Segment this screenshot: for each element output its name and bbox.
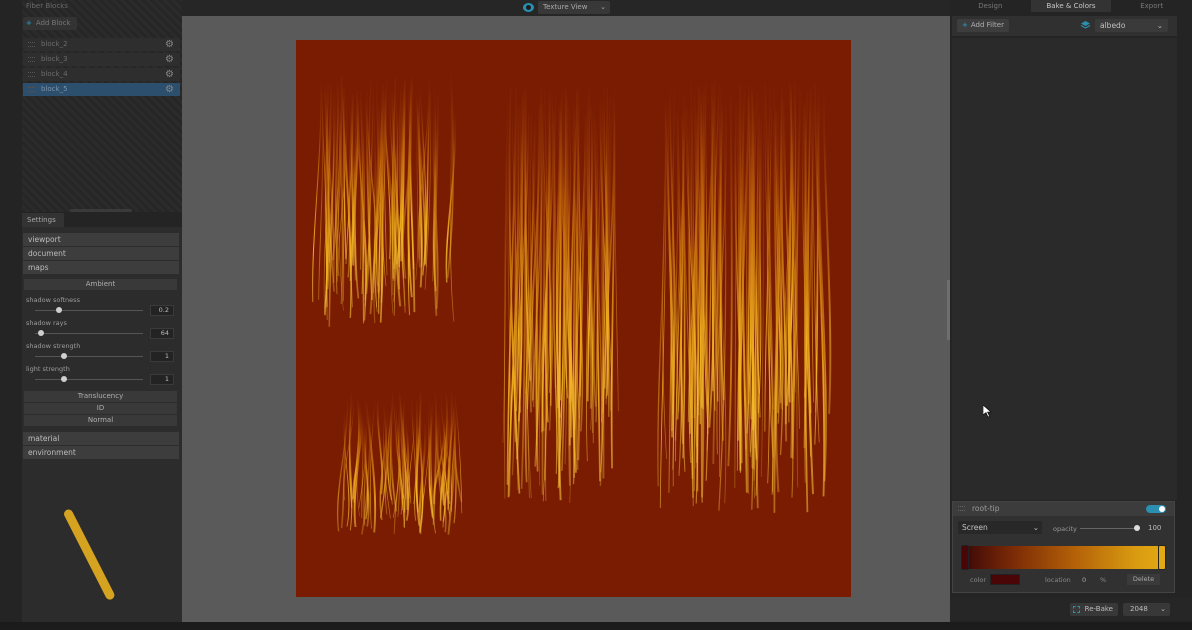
filter-enable-toggle[interactable]: [1146, 505, 1166, 513]
block-row[interactable]: block_4 ⚙: [23, 68, 180, 81]
section-viewport[interactable]: viewport: [23, 233, 179, 246]
opacity-value[interactable]: 100: [1148, 524, 1161, 532]
mouse-cursor-icon: [983, 405, 992, 418]
value-field[interactable]: 0.2: [150, 305, 174, 316]
value-field[interactable]: 1: [150, 351, 174, 362]
gradient-stop-right[interactable]: [1158, 545, 1166, 570]
resolution-label: 2048: [1130, 605, 1148, 613]
block-row[interactable]: block_3 ⚙: [23, 53, 180, 66]
tab-design[interactable]: Design: [950, 0, 1031, 12]
filter-list-area: [952, 38, 1177, 500]
plus-icon: +: [26, 19, 32, 27]
location-value[interactable]: 0: [1082, 576, 1086, 584]
gear-icon[interactable]: ⚙: [165, 53, 174, 66]
hair-strand: [432, 390, 438, 526]
param-label: light strength: [26, 365, 70, 373]
opacity-slider-thumb[interactable]: [1134, 525, 1140, 531]
slider-track[interactable]: [35, 356, 143, 357]
resolution-select[interactable]: 2048 ⌄: [1123, 603, 1170, 616]
section-environment[interactable]: environment: [23, 446, 179, 459]
location-label: location: [1045, 576, 1071, 584]
texture-canvas[interactable]: [296, 40, 851, 597]
add-filter-label: Add Filter: [970, 21, 1004, 29]
block-row[interactable]: block_2 ⚙: [23, 38, 180, 51]
fiber-blocks-panel: [22, 0, 182, 212]
value-field[interactable]: 64: [150, 328, 174, 339]
hair-strand: [502, 92, 509, 444]
id-header[interactable]: ID: [24, 403, 177, 414]
block-label: block_3: [41, 55, 68, 63]
param-label: shadow strength: [26, 342, 81, 350]
gear-icon[interactable]: ⚙: [165, 83, 174, 96]
color-swatch[interactable]: [990, 574, 1020, 585]
filter-name: root-tip: [972, 504, 1000, 513]
panel-scrollbar[interactable]: [70, 209, 132, 212]
fiber-blocks-title: Fiber Blocks: [26, 2, 68, 10]
block-label: block_2: [41, 40, 68, 48]
opacity-label: opacity: [1053, 525, 1077, 533]
gradient-bar[interactable]: [961, 546, 1166, 569]
bake-icon: [1073, 606, 1080, 613]
view-mode-label: Texture View: [543, 3, 588, 11]
gradient-stop-left[interactable]: [961, 545, 969, 570]
block-label: block_4: [41, 70, 68, 78]
drag-handle-icon[interactable]: [28, 57, 35, 62]
section-material[interactable]: material: [23, 432, 179, 445]
status-strip: [0, 622, 1192, 630]
tab-bake-colors[interactable]: Bake & Colors: [1030, 0, 1112, 12]
block-label: block_5: [41, 85, 68, 93]
gear-icon[interactable]: ⚙: [165, 38, 174, 51]
value-field[interactable]: 1: [150, 374, 174, 385]
param-label: shadow softness: [26, 296, 80, 304]
color-label: color: [970, 576, 987, 584]
hair-strand: [727, 90, 733, 467]
slider-track[interactable]: [35, 333, 143, 334]
blend-mode-label: Screen: [962, 523, 988, 532]
layers-icon: [1080, 21, 1091, 29]
gear-icon[interactable]: ⚙: [165, 68, 174, 81]
map-select[interactable]: albedo ⌄: [1095, 19, 1168, 32]
hair-clump: [336, 390, 463, 535]
right-tabs: Design Bake & Colors Export: [950, 0, 1192, 12]
slider-thumb[interactable]: [55, 307, 62, 313]
translucency-header[interactable]: Translucency: [24, 391, 177, 402]
drag-handle-icon[interactable]: [28, 72, 35, 77]
add-block-button[interactable]: + Add Block: [23, 17, 77, 30]
tab-export[interactable]: Export: [1111, 0, 1192, 12]
chevron-down-icon: ⌄: [1160, 605, 1166, 613]
drag-handle-icon[interactable]: [28, 87, 35, 92]
add-filter-button[interactable]: + Add Filter: [957, 19, 1009, 32]
section-maps[interactable]: maps: [23, 261, 179, 274]
map-select-label: albedo: [1100, 21, 1126, 30]
tab-settings[interactable]: Settings: [22, 213, 64, 227]
plus-icon: +: [962, 21, 968, 29]
slider-track[interactable]: [35, 310, 143, 311]
hair-texture-image: [312, 75, 832, 535]
view-mode-select[interactable]: Texture View ⌄: [538, 1, 610, 14]
ambient-header[interactable]: Ambient: [24, 279, 177, 290]
hair-clump: [502, 85, 619, 503]
block-row-selected[interactable]: block_5 ⚙: [23, 83, 180, 96]
normal-header[interactable]: Normal: [24, 415, 177, 426]
chevron-down-icon: ⌄: [600, 3, 606, 11]
drag-handle-icon[interactable]: [28, 42, 35, 47]
drag-handle-icon[interactable]: [958, 506, 965, 511]
blend-mode-select[interactable]: Screen ⌄: [958, 521, 1042, 534]
add-block-label: Add Block: [35, 19, 71, 27]
hair-clump: [312, 75, 456, 327]
chevron-down-icon: ⌄: [1156, 21, 1163, 30]
delete-button[interactable]: Delete: [1127, 574, 1160, 585]
chevron-down-icon: ⌄: [1032, 523, 1039, 532]
eye-icon[interactable]: [523, 3, 534, 12]
opacity-slider-track[interactable]: [1080, 528, 1138, 529]
slider-track[interactable]: [35, 379, 143, 380]
location-unit: %: [1100, 576, 1107, 584]
param-label: shadow rays: [26, 319, 67, 327]
section-document[interactable]: document: [23, 247, 179, 260]
hair-clump: [657, 80, 832, 513]
